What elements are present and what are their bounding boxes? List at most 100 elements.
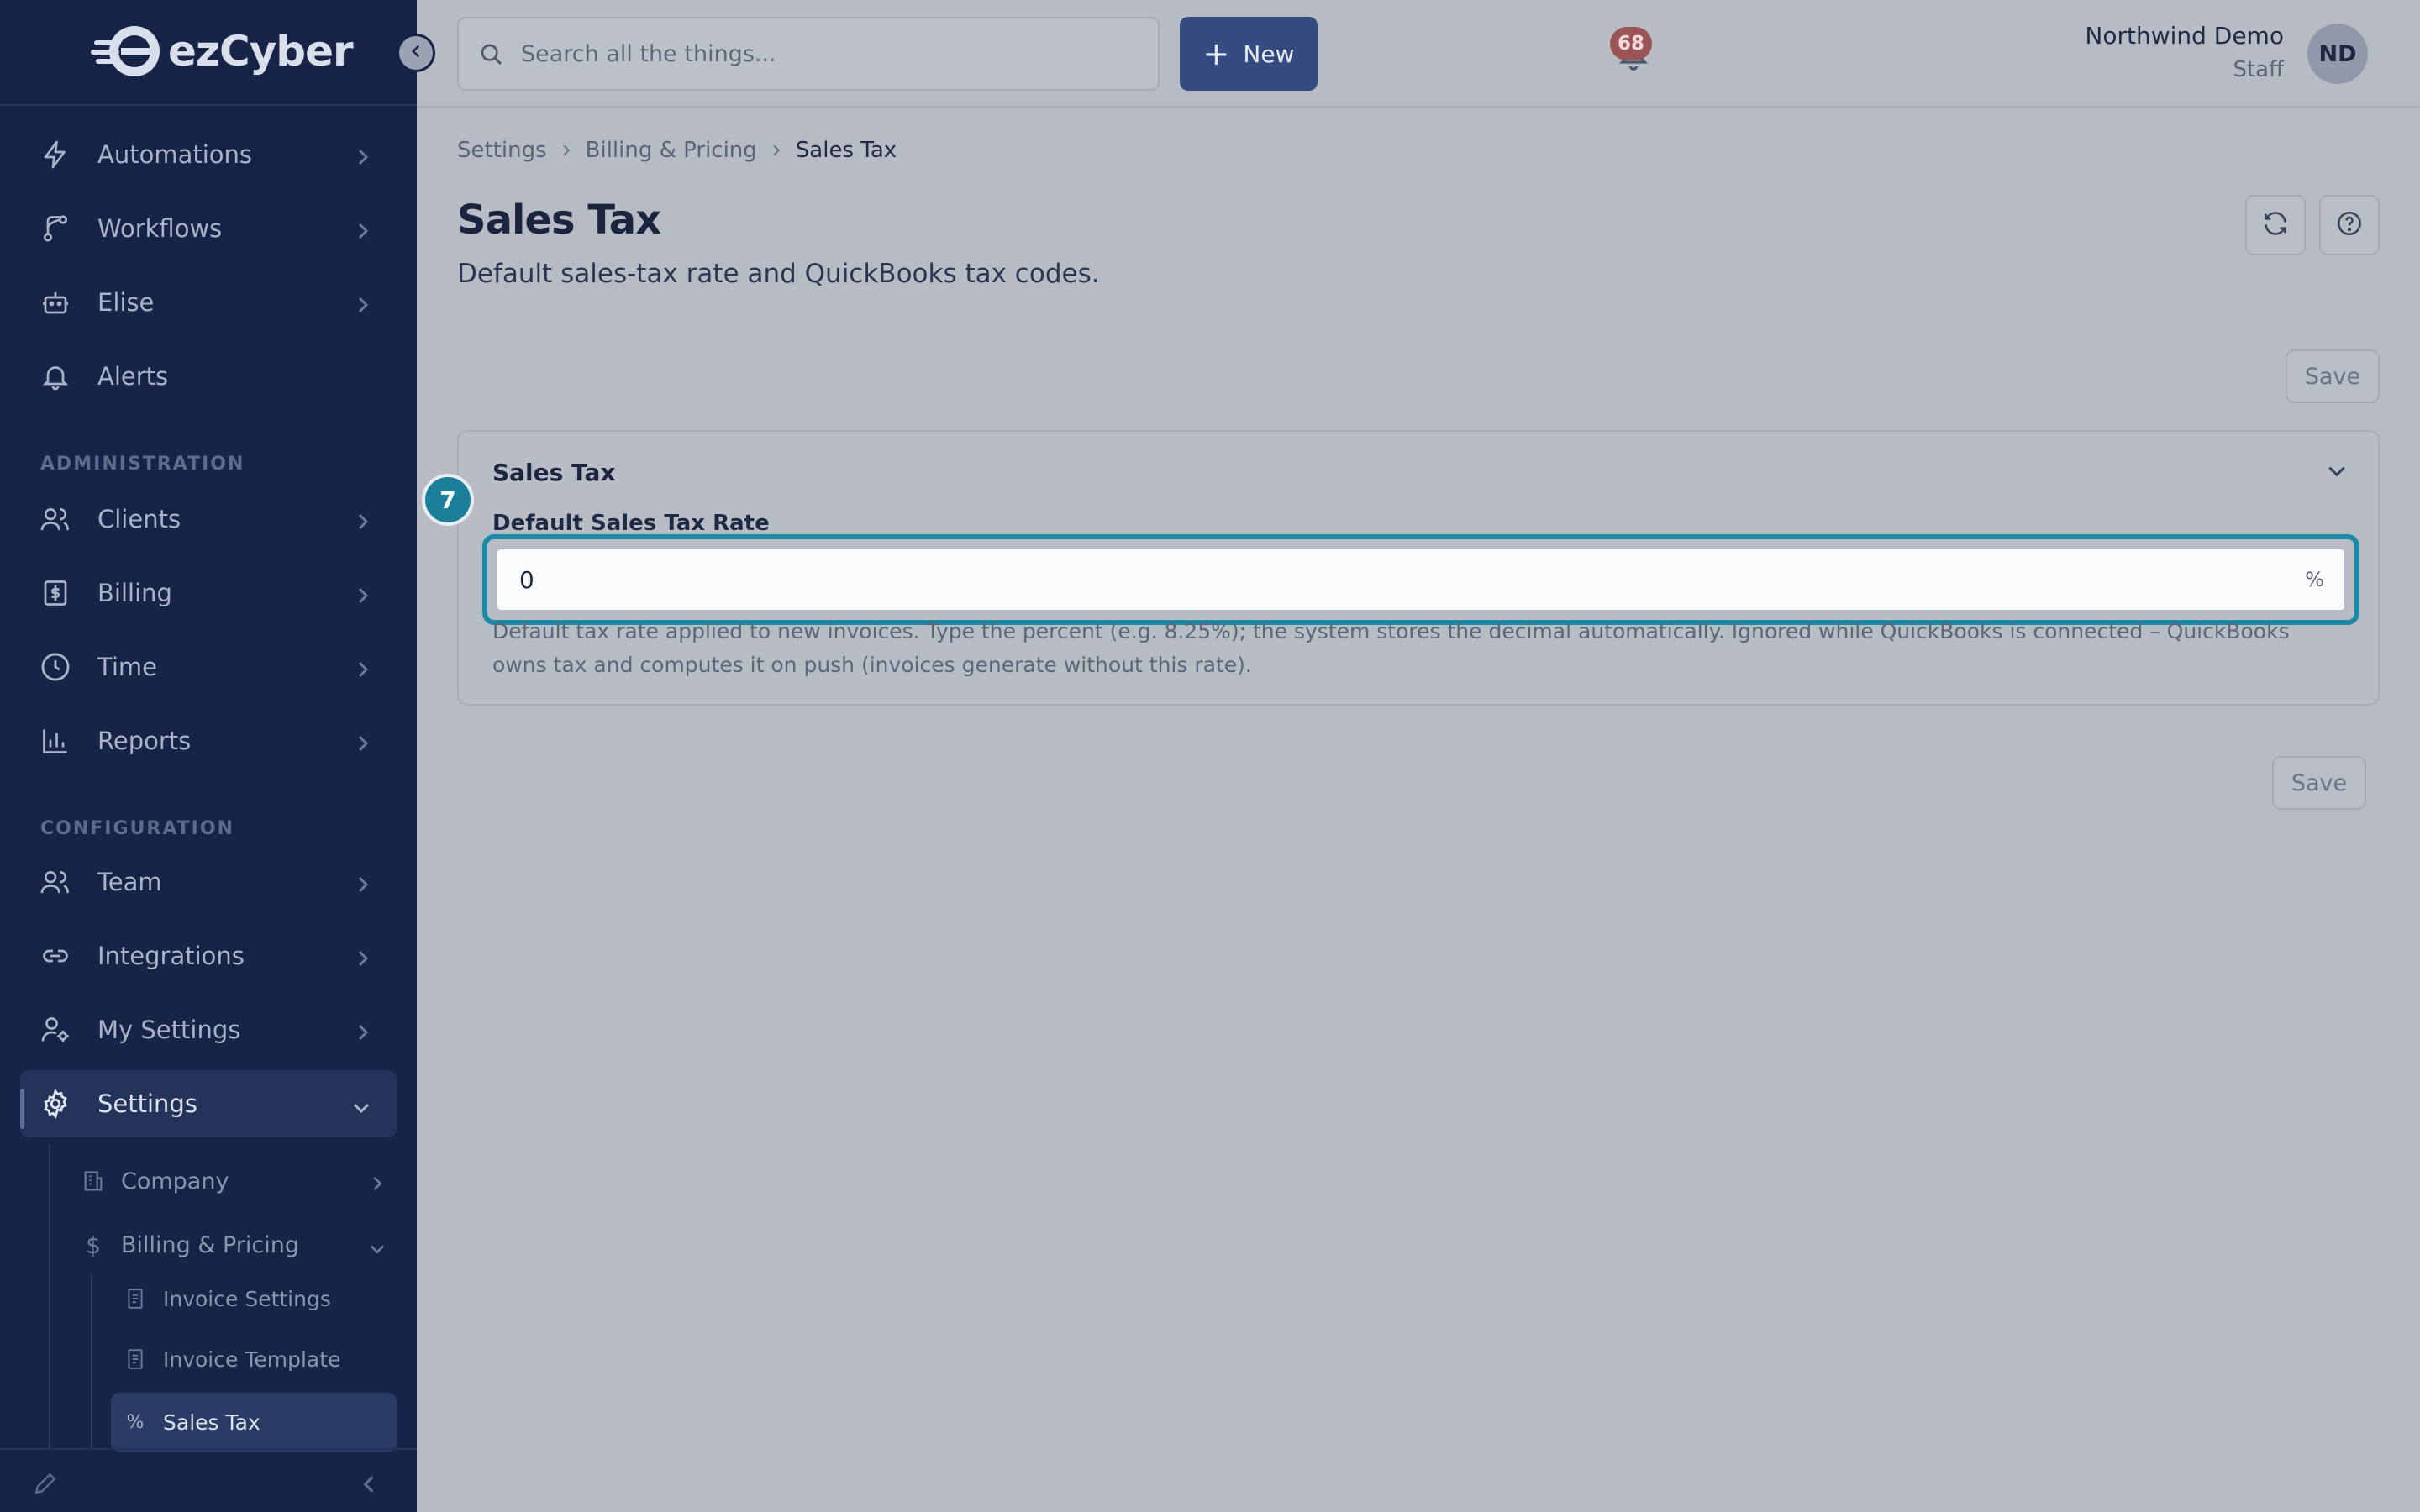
logo-mark-icon (91, 22, 165, 81)
chevron-down-icon (351, 1094, 371, 1122)
focus-ring: % (482, 534, 2360, 625)
chevron-right-icon (355, 292, 371, 321)
breadcrumb: Settings Billing & Pricing Sales Tax (457, 138, 897, 163)
sidebar-subitem-label: Billing & Pricing (121, 1231, 300, 1258)
sidebar-subitem-company[interactable]: Company (81, 1158, 397, 1205)
sidebar-item-automations[interactable]: Automations (20, 121, 397, 188)
chevron-right-icon (355, 583, 371, 612)
tree-line (91, 1275, 92, 1448)
sidebar-subitem-invoice-settings[interactable]: Invoice Settings (123, 1275, 397, 1322)
workflow-icon (37, 210, 74, 247)
brand-logo[interactable]: ezCyber (91, 22, 354, 81)
percent-suffix: % (2305, 568, 2324, 591)
default-tax-rate-input[interactable] (519, 549, 2200, 610)
chevron-right-icon (771, 143, 782, 158)
sidebar-item-time[interactable]: Time (20, 633, 397, 701)
receipt-dollar-icon (37, 575, 74, 612)
search-input[interactable] (521, 40, 1109, 67)
avatar[interactable]: ND (2307, 24, 2368, 84)
sidebar-item-billing[interactable]: Billing (20, 559, 397, 627)
breadcrumb-billing-pricing[interactable]: Billing & Pricing (586, 138, 757, 163)
bot-icon (37, 284, 74, 321)
building-icon (81, 1168, 106, 1194)
sidebar-item-my-settings[interactable]: My Settings (20, 996, 397, 1063)
chevron-right-icon (560, 143, 572, 158)
sidebar-item-settings[interactable]: Settings (20, 1070, 397, 1137)
new-button-label: New (1243, 39, 1295, 68)
sidebar-subitem-label: Company (121, 1168, 229, 1194)
sidebar-item-reports[interactable]: Reports (20, 707, 397, 774)
collapse-left-icon[interactable] (360, 1473, 378, 1499)
card-title: Sales Tax (492, 459, 616, 486)
section-label-configuration: CONFIGURATION (40, 818, 234, 839)
brand-name: ezCyber (168, 27, 354, 76)
sidebar-item-integrations[interactable]: Integrations (20, 922, 397, 990)
chevron-down-icon (368, 1236, 387, 1263)
user-role: Staff (2233, 57, 2284, 82)
breadcrumb-settings[interactable]: Settings (457, 138, 547, 163)
bar-chart-icon (37, 722, 74, 759)
sidebar-item-label: Settings (97, 1089, 197, 1118)
tree-line (49, 1144, 50, 1448)
topbar: + New (417, 0, 2420, 108)
pencil-icon[interactable] (32, 1470, 59, 1500)
sidebar-subitem-invoice-template[interactable]: Invoice Template (123, 1336, 397, 1383)
sidebar-item-label: Team (97, 868, 162, 896)
help-button[interactable] (2319, 195, 2380, 255)
field-help-text: Default tax rate applied to new invoices… (492, 619, 2290, 677)
chevron-right-icon (370, 1173, 385, 1199)
refresh-icon (2261, 209, 2290, 241)
sidebar-item-clients[interactable]: Clients (20, 486, 397, 553)
sidebar-item-team[interactable]: Team (20, 848, 397, 916)
sidebar-subitem-label: Invoice Template (163, 1347, 341, 1372)
link-icon (37, 937, 74, 974)
percent-icon: % (126, 1411, 145, 1433)
sidebar-collapse-button[interactable] (397, 34, 435, 72)
sidebar-item-label: Integrations (97, 942, 245, 970)
sidebar: ezCyber Automations Workflows Elise Aler… (0, 0, 417, 1512)
section-label-administration: ADMINISTRATION (40, 454, 245, 475)
users-icon (37, 864, 74, 900)
new-button[interactable]: + New (1180, 17, 1318, 91)
clock-icon (37, 648, 74, 685)
step-marker: 7 (422, 474, 474, 526)
sidebar-subitem-billing-pricing[interactable]: $ Billing & Pricing (81, 1221, 397, 1268)
save-button-label: Save (2304, 363, 2361, 390)
sidebar-item-label: Automations (97, 140, 253, 169)
sidebar-item-label: Elise (97, 288, 155, 317)
save-button-bottom[interactable]: Save (2272, 756, 2366, 810)
chevron-right-icon (355, 872, 371, 900)
default-tax-rate-label: Default Sales Tax Rate (492, 511, 770, 536)
users-icon (37, 501, 74, 538)
save-button-label: Save (2291, 769, 2348, 796)
plus-icon: + (1202, 35, 1230, 72)
active-indicator (20, 1089, 24, 1129)
chevron-right-icon (355, 946, 371, 974)
chevron-right-icon (355, 144, 371, 173)
file-icon (123, 1286, 148, 1311)
gear-icon (37, 1085, 74, 1122)
dollar-icon: $ (86, 1231, 101, 1259)
sidebar-subitem-label: Sales Tax (163, 1410, 260, 1435)
help-circle-icon (2335, 209, 2364, 241)
refresh-button[interactable] (2245, 195, 2306, 255)
sidebar-item-workflows[interactable]: Workflows (20, 195, 397, 262)
sidebar-item-label: Time (97, 653, 157, 681)
search-box[interactable] (457, 17, 1160, 91)
save-button-top[interactable]: Save (2286, 349, 2380, 403)
sidebar-item-elise[interactable]: Elise (20, 269, 397, 336)
sidebar-item-label: Billing (97, 579, 172, 607)
chevron-down-icon[interactable] (2326, 462, 2348, 484)
page-title: Sales Tax (457, 197, 661, 244)
bell-icon (37, 358, 74, 395)
bolt-icon (37, 136, 74, 173)
logo-row: ezCyber (0, 0, 417, 106)
sidebar-footer (0, 1448, 417, 1512)
chevron-right-icon (355, 218, 371, 247)
sidebar-subitem-sales-tax[interactable]: % Sales Tax (123, 1399, 397, 1446)
sidebar-item-alerts[interactable]: Alerts (20, 343, 397, 410)
sidebar-item-label: Reports (97, 727, 192, 755)
chevron-right-icon (355, 509, 371, 538)
sidebar-item-label: Workflows (97, 214, 223, 243)
sidebar-item-label: Alerts (97, 362, 169, 391)
